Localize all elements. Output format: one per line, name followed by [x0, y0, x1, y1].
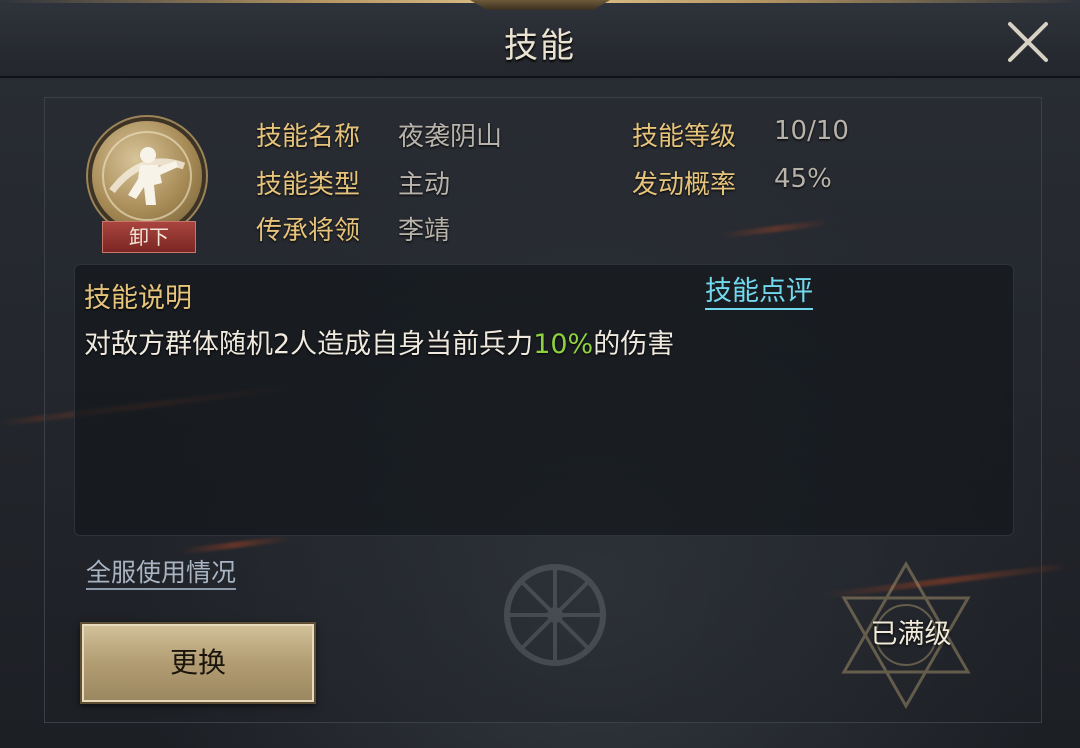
title-bar: 技能 — [0, 0, 1080, 78]
description-text-before: 对敌方群体随机2人造成自身当前兵力 — [84, 329, 534, 360]
max-level-label: 已满级 — [870, 619, 952, 650]
skill-level-label: 技能等级 — [632, 122, 737, 152]
skill-window: 技能 卸下 技能名称 夜袭阴山 技能类型 主动 传承将领 李靖 技能等级 10/… — [0, 0, 1080, 748]
description-text-after: 的伤害 — [593, 329, 675, 360]
close-button[interactable] — [1002, 16, 1054, 68]
description-header: 技能说明 — [84, 283, 192, 314]
skill-icon-container[interactable]: 卸下 — [86, 115, 210, 255]
skill-level-value: 10/10 — [774, 116, 849, 146]
skill-name-label: 技能名称 — [256, 122, 361, 152]
warrior-skill-icon — [92, 121, 202, 231]
wagon-wheel-icon — [504, 564, 606, 666]
window-title: 技能 — [504, 26, 576, 66]
replace-button[interactable]: 更换 — [80, 622, 316, 704]
trigger-chance-value: 45% — [774, 164, 832, 194]
skill-type-label: 技能类型 — [256, 170, 361, 200]
inherit-general-value: 李靖 — [398, 216, 451, 246]
skill-name-value: 夜袭阴山 — [398, 122, 503, 152]
warrior-figure-icon — [102, 131, 192, 221]
trigger-chance-label: 发动概率 — [632, 170, 737, 200]
title-gem — [470, 0, 610, 10]
close-icon — [1008, 22, 1048, 62]
skill-type-value: 主动 — [398, 170, 451, 200]
unequip-button[interactable]: 卸下 — [102, 221, 196, 253]
inherit-general-label: 传承将领 — [256, 216, 361, 246]
server-usage-link[interactable]: 全服使用情况 — [86, 558, 237, 590]
description-text: 对敌方群体随机2人造成自身当前兵力10%的伤害 — [84, 322, 674, 361]
skill-review-link[interactable]: 技能点评 — [705, 276, 813, 310]
description-highlight: 10% — [533, 329, 594, 360]
description-box — [74, 264, 1014, 536]
